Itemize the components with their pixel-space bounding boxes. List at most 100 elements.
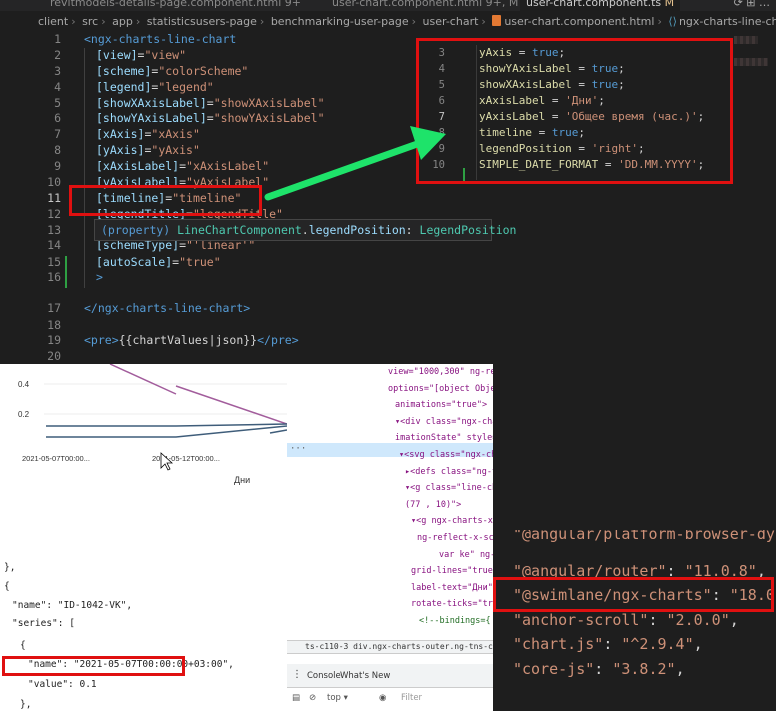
series-line xyxy=(109,364,177,395)
line-number: 2 xyxy=(54,48,61,62)
line-number: 12 xyxy=(47,207,61,221)
code-line: [showYAxisLabel]="showYAxisLabel" xyxy=(96,111,325,125)
tab-whats-new[interactable]: What's New xyxy=(340,671,390,681)
attr-name: [showXAxisLabel] xyxy=(96,96,207,110)
highlight-box-ngx-charts-version xyxy=(493,577,774,612)
breadcrumb-item[interactable]: app xyxy=(112,15,133,28)
line-chart: Общее время0.40.22021-05-07T00:00...2021… xyxy=(18,364,287,485)
devtools-breadcrumb[interactable]: ts-c110-3 div.ngx-charts-outer.ng-tns-c1… xyxy=(287,640,493,654)
tab-user-chart-html[interactable]: user-chart.component.html 9+, M xyxy=(332,0,518,11)
dom-node-line[interactable]: animations="true"> xyxy=(395,399,487,411)
selected-node-marker: ··· xyxy=(290,444,307,454)
hover-tooltip: (property) LineChartComponent.legendPosi… xyxy=(94,219,516,241)
breadcrumb: client › src › app › statisticsusers-page › … xyxy=(0,11,776,32)
tab-console[interactable]: Console xyxy=(307,671,341,681)
dom-node-line[interactable]: (77 , 10)"> xyxy=(405,499,461,511)
breadcrumb-file[interactable]: user-chart.component.html xyxy=(504,15,654,28)
code-line: [autoScale]="true" xyxy=(96,255,221,269)
tab-revitmodels[interactable]: revitmodels-details-page.component.html … xyxy=(50,0,301,11)
package-name: "core-js" xyxy=(513,659,595,678)
dom-node-line[interactable]: ▾<svg class="ngx-charts ng xyxy=(399,449,493,461)
line-number: 5 xyxy=(54,96,61,110)
dom-node-line[interactable]: ▾<g class="line-chart cha xyxy=(405,482,493,494)
attr-value: "true" xyxy=(179,255,221,269)
attr-name: [autoScale] xyxy=(96,255,173,269)
console-toolbar: ▤ ⊘ top ▾ ◉ Filter xyxy=(287,688,493,711)
line-number: 11 xyxy=(47,191,61,205)
dom-node-line[interactable]: ▾<div class="ngx-charts-outer xyxy=(395,416,493,428)
breadcrumb-item[interactable]: user-chart xyxy=(423,15,479,28)
dom-node-line[interactable]: options="[object Object]" ng-re xyxy=(388,383,493,395)
attr-name: [scheme] xyxy=(96,64,152,78)
package-name: "chart.js" xyxy=(513,635,604,653)
breadcrumb-item[interactable]: client xyxy=(38,15,68,28)
x-tick-label: 2021-05-07T00:00... xyxy=(22,454,90,463)
code-line: [view]="view" xyxy=(96,48,187,62)
attr-value: "xAxis" xyxy=(151,127,200,141)
line-number: 18 xyxy=(47,318,61,332)
package-version: "3.8.2" xyxy=(612,659,676,678)
series-line xyxy=(46,425,287,438)
highlight-box-timeline xyxy=(69,185,262,216)
dom-node-line[interactable]: grid-lines="true" ng-re xyxy=(411,565,493,577)
tab-user-chart-ts[interactable]: user-chart.component.ts M xyxy=(520,0,681,11)
context-select[interactable]: top ▾ xyxy=(327,693,348,703)
attr-value: "yAxis" xyxy=(151,143,200,157)
line-number: 17 xyxy=(47,301,61,315)
json-line: { xyxy=(4,581,10,592)
breadcrumb-item[interactable]: benchmarking-user-page xyxy=(271,15,409,28)
sidebar-toggle-icon[interactable]: ▤ xyxy=(292,693,300,703)
console-filter-input[interactable]: Filter xyxy=(401,693,422,703)
code-line: [xAxisLabel]="xAxisLabel" xyxy=(96,159,270,173)
attr-value: "xAxisLabel" xyxy=(186,159,270,173)
dom-node-line[interactable]: ▾<g ngx-charts-x-axis c xyxy=(411,515,493,527)
highlight-box-date xyxy=(2,656,185,676)
package-json-line: "chart.js": "^2.9.4", xyxy=(513,635,703,653)
tab-actions[interactable]: ⟳ ⊞ … xyxy=(734,0,770,9)
package-version: "^2.9.4" xyxy=(621,635,694,653)
dom-node-line[interactable]: label-text="Дни" ng-refl xyxy=(411,582,493,594)
json-line: { xyxy=(20,640,26,651)
code-line: [yAxis]="yAxis" xyxy=(96,143,200,157)
package-json-line: "core-js": "3.8.2", xyxy=(513,659,685,678)
line-number: 8 xyxy=(54,143,61,157)
code-line: [scheme]="colorScheme" xyxy=(96,64,249,78)
code-line: </ngx-charts-line-chart> xyxy=(84,300,250,316)
dom-node-line[interactable]: rotate-ticks="true" ng- xyxy=(411,598,493,610)
line-number: 16 xyxy=(47,270,61,284)
code-line: <pre>{{chartValues|json}}</pre> xyxy=(84,332,299,348)
y-tick-label: 0.2 xyxy=(18,410,30,419)
line-number: 4 xyxy=(54,80,61,94)
eye-icon[interactable]: ◉ xyxy=(379,693,386,703)
dom-node-line[interactable]: ▸<defs class="ng-tns-c110 xyxy=(405,466,493,478)
breadcrumb-item[interactable]: src xyxy=(82,15,98,28)
line-number: 7 xyxy=(54,127,61,141)
clear-console-icon[interactable]: ⊘ xyxy=(309,693,316,703)
attr-value: "showYAxisLabel" xyxy=(213,111,325,125)
series-line xyxy=(269,429,287,434)
line-number: 13 xyxy=(47,223,61,237)
html-tag: </ngx-charts-line-chart> xyxy=(84,301,251,315)
attr-name: [xAxisLabel] xyxy=(96,159,180,173)
editor-tabs: revitmodels-details-page.component.html … xyxy=(0,0,776,11)
dom-node-line[interactable]: <!--bindings={ xyxy=(419,615,491,627)
drawer-menu-icon[interactable]: ⋮ xyxy=(292,669,302,680)
attr-name: [showYAxisLabel] xyxy=(96,111,207,125)
dom-node-line[interactable]: var ke" ng-reflect- xyxy=(439,549,493,561)
redacted-area xyxy=(734,58,768,66)
code-line: [showXAxisLabel]="showXAxisLabel" xyxy=(96,96,325,110)
element-tag-icon: ⟨⟩ xyxy=(668,15,677,28)
breadcrumb-item[interactable]: statisticsusers-page xyxy=(147,15,257,28)
attr-value: "view" xyxy=(144,48,187,62)
code-line: <ngx-charts-line-chart xyxy=(84,31,236,47)
dom-node-line[interactable]: ng-reflect-x-scale="func xyxy=(417,532,493,544)
redacted-area xyxy=(734,36,758,44)
json-line: "name": "ID-1042-VK", xyxy=(12,600,133,611)
breadcrumb-symbol[interactable]: ngx-charts-line-chart xyxy=(679,15,776,28)
x-axis-label: Дни xyxy=(234,475,250,485)
attr-name: [yAxis] xyxy=(96,143,145,157)
dom-node-line[interactable]: imationState" style="width: 1 xyxy=(395,432,493,444)
dom-node-line[interactable]: view="1000,300" ng-reflect-show xyxy=(388,366,493,378)
attr-value: "showXAxisLabel" xyxy=(213,96,325,110)
line-number: 14 xyxy=(47,238,61,252)
